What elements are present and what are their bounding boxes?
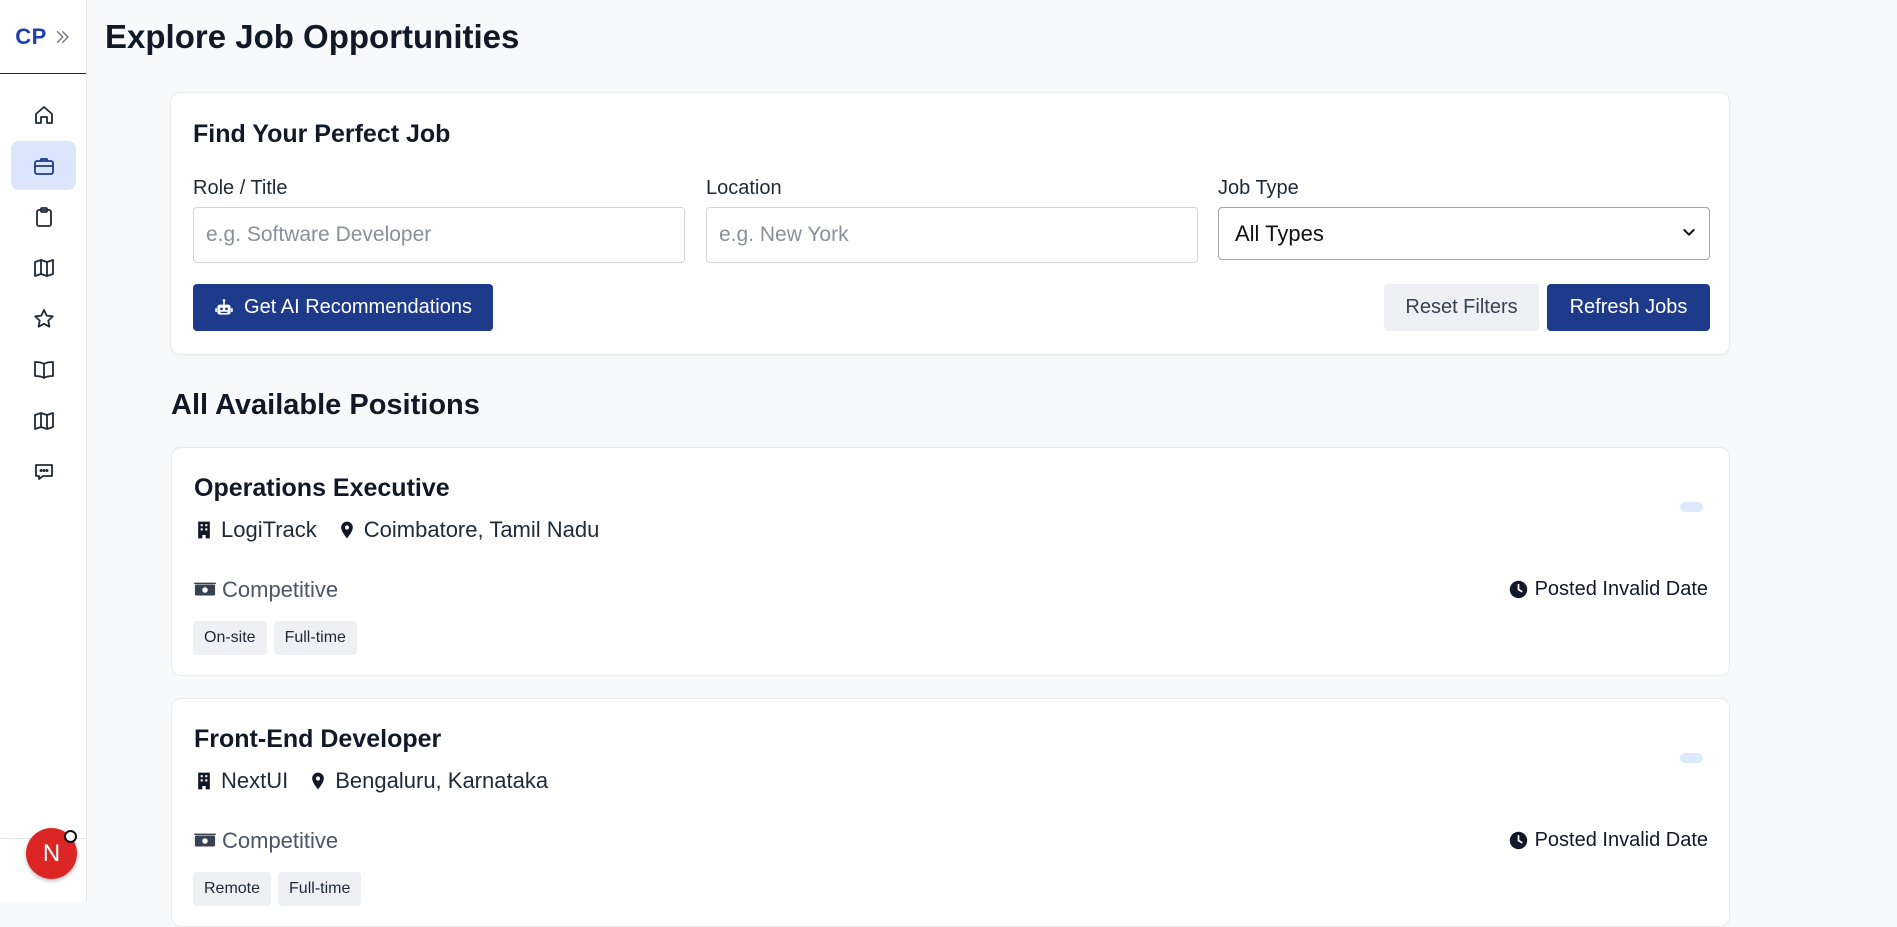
positions-section-title: All Available Positions bbox=[171, 389, 480, 421]
book-icon bbox=[33, 360, 54, 379]
avatar-initial: N bbox=[42, 839, 61, 867]
home-icon bbox=[34, 105, 53, 124]
job-type-value: All Types bbox=[1235, 220, 1324, 246]
job-title[interactable]: Front-End Developer bbox=[194, 725, 441, 754]
job-tags: On-site Full-time bbox=[193, 621, 357, 655]
money-icon bbox=[194, 833, 216, 847]
sidebar-nav bbox=[0, 74, 86, 496]
sidebar-item-learning[interactable] bbox=[11, 345, 76, 394]
tag: Full-time bbox=[273, 621, 357, 655]
job-type-select[interactable]: All Types bbox=[1218, 207, 1710, 260]
location-input[interactable] bbox=[706, 207, 1198, 263]
tag: Remote bbox=[193, 872, 272, 906]
sidebar-item-applications[interactable] bbox=[11, 192, 76, 241]
posted-date: Posted Invalid Date bbox=[1509, 829, 1708, 852]
chevrons-right-icon[interactable] bbox=[53, 28, 71, 46]
chevron-down-icon bbox=[1683, 229, 1695, 236]
sidebar-item-home[interactable] bbox=[11, 90, 76, 139]
refresh-jobs-button[interactable]: Refresh Jobs bbox=[1547, 284, 1710, 331]
sidebar-header: CP bbox=[0, 0, 86, 74]
company-name: LogiTrack bbox=[221, 517, 317, 542]
status-badge bbox=[1680, 753, 1703, 763]
building-icon bbox=[198, 521, 210, 539]
posted-text: Posted Invalid Date bbox=[1534, 829, 1708, 851]
job-location: Bengaluru, Karnataka bbox=[335, 768, 549, 793]
sidebar-item-jobs[interactable] bbox=[11, 141, 76, 190]
job-type-label: Job Type bbox=[1218, 177, 1299, 199]
tag: On-site bbox=[193, 621, 267, 655]
salary: Competitive bbox=[194, 828, 338, 854]
company-name: NextUI bbox=[221, 768, 289, 793]
job-card[interactable]: Operations Executive LogiTrack Coimbator… bbox=[171, 447, 1730, 676]
salary-text: Competitive bbox=[222, 577, 339, 602]
map-icon bbox=[33, 258, 54, 277]
job-tags: Remote Full-time bbox=[193, 872, 362, 906]
job-location: Coimbatore, Tamil Nadu bbox=[363, 517, 600, 542]
robot-icon bbox=[215, 298, 233, 315]
sidebar-item-chat[interactable] bbox=[11, 447, 76, 496]
app-logo[interactable]: CP bbox=[15, 24, 47, 50]
job-meta: NextUI Bengaluru, Karnataka bbox=[194, 768, 548, 794]
tag: Full-time bbox=[278, 872, 362, 906]
location-pin-icon bbox=[340, 521, 353, 539]
job-title[interactable]: Operations Executive bbox=[194, 474, 450, 503]
job-card[interactable]: Front-End Developer NextUI Bengaluru, Ka… bbox=[171, 698, 1730, 927]
clipboard-icon bbox=[35, 206, 52, 227]
clock-icon bbox=[1509, 580, 1527, 599]
chat-icon bbox=[34, 463, 53, 480]
clock-icon bbox=[1509, 831, 1527, 850]
location-pin-icon bbox=[312, 772, 325, 790]
status-badge bbox=[1680, 502, 1703, 512]
search-card: Find Your Perfect Job Role / Title Locat… bbox=[170, 92, 1730, 355]
role-input[interactable] bbox=[193, 207, 685, 263]
role-label: Role / Title bbox=[193, 177, 288, 199]
location-label: Location bbox=[706, 177, 782, 199]
sidebar-item-favorites[interactable] bbox=[11, 294, 76, 343]
money-icon bbox=[194, 582, 216, 596]
posted-text: Posted Invalid Date bbox=[1534, 578, 1708, 600]
search-card-title: Find Your Perfect Job bbox=[193, 120, 451, 148]
page-title: Explore Job Opportunities bbox=[105, 18, 520, 55]
reset-filters-button[interactable]: Reset Filters bbox=[1384, 284, 1539, 331]
ai-recommendations-label: Get AI Recommendations bbox=[244, 296, 472, 318]
briefcase-icon bbox=[33, 157, 54, 175]
job-meta: LogiTrack Coimbatore, Tamil Nadu bbox=[194, 517, 599, 543]
sidebar-item-paths[interactable] bbox=[11, 396, 76, 445]
star-icon bbox=[33, 308, 54, 328]
salary-text: Competitive bbox=[222, 828, 339, 853]
sidebar: CP bbox=[0, 0, 87, 902]
map-icon bbox=[33, 411, 54, 430]
notification-dot bbox=[64, 830, 77, 843]
salary: Competitive bbox=[194, 577, 338, 603]
sidebar-item-roadmap[interactable] bbox=[11, 243, 76, 292]
ai-recommendations-button[interactable]: Get AI Recommendations bbox=[193, 284, 493, 331]
posted-date: Posted Invalid Date bbox=[1509, 578, 1708, 601]
building-icon bbox=[198, 772, 210, 790]
